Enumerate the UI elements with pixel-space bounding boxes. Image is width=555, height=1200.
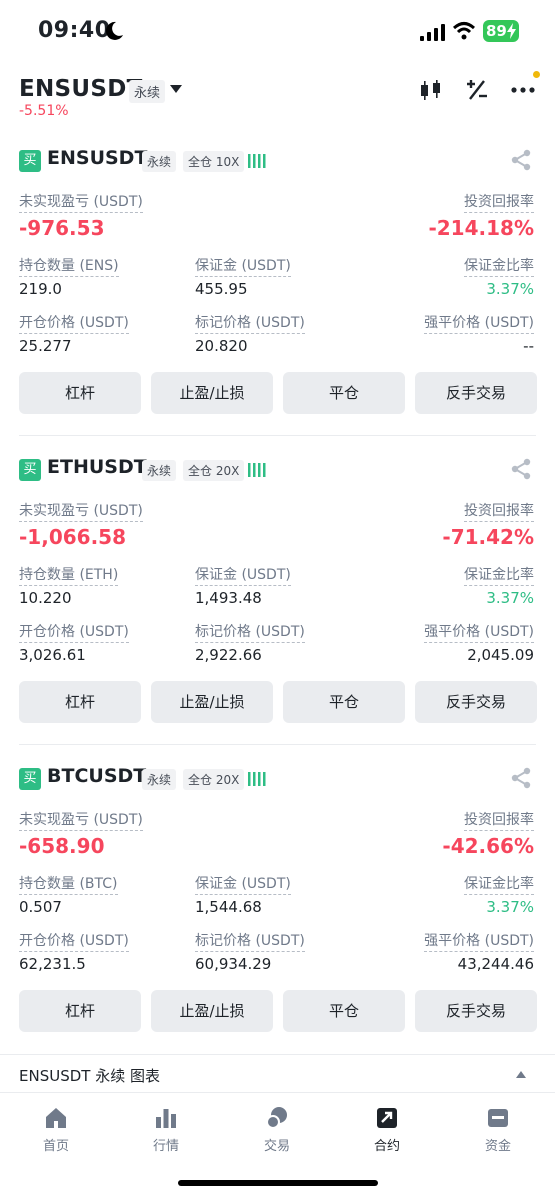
perpetual-tag: 永续 <box>142 769 177 790</box>
margin-mode-tag[interactable]: 全仓 20X <box>183 460 245 481</box>
unrealized-pnl-value: -1,066.58 <box>19 525 126 549</box>
adl-indicator-icon <box>248 154 266 168</box>
margin-ratio-value: 3.37% <box>486 589 534 607</box>
chart-bar-label: ENSUSDT 永续 图表 <box>19 1067 160 1085</box>
close-position-button[interactable]: 平仓 <box>283 990 405 1032</box>
position-size-label[interactable]: 持仓数量 (ETH) <box>19 564 119 586</box>
tab-label: 行情 <box>152 1139 179 1154</box>
roi-label[interactable]: 投资回报率 <box>464 191 534 213</box>
margin-ratio-value: 3.37% <box>486 280 534 298</box>
margin-mode-tag[interactable]: 全仓 20X <box>183 769 245 790</box>
unrealized-pnl-value: -976.53 <box>19 216 105 240</box>
home-indicator <box>178 1180 378 1186</box>
position-size-label[interactable]: 持仓数量 (ENS) <box>19 255 119 277</box>
futures-icon <box>377 1108 397 1128</box>
tab-futures[interactable]: 合约 <box>347 1105 427 1154</box>
roi-label[interactable]: 投资回报率 <box>464 809 534 831</box>
chart-toggle-bar[interactable]: ENSUSDT 永续 图表 <box>0 1054 555 1092</box>
liquidation-price-value: 43,244.46 <box>457 955 534 973</box>
mark-price-label[interactable]: 标记价格 (USDT) <box>195 930 305 952</box>
perpetual-tag: 永续 <box>142 460 177 481</box>
roi-value: -214.18% <box>428 216 534 240</box>
tab-label: 合约 <box>373 1139 400 1154</box>
wallet-icon <box>488 1109 508 1127</box>
share-icon[interactable] <box>510 149 532 171</box>
position-size-label[interactable]: 持仓数量 (BTC) <box>19 873 118 895</box>
tab-label: 首页 <box>42 1139 69 1154</box>
share-icon[interactable] <box>510 767 532 789</box>
position-size-value: 0.507 <box>19 898 62 916</box>
margin-ratio-label[interactable]: 保证金比率 <box>464 873 534 895</box>
position-size-value: 10.220 <box>19 589 72 607</box>
tab-label: 交易 <box>263 1139 290 1154</box>
margin-ratio-value: 3.37% <box>486 898 534 916</box>
position-symbol[interactable]: ENSUSDT <box>47 147 147 169</box>
unrealized-pnl-label[interactable]: 未实现盈亏 (USDT) <box>19 191 143 213</box>
position-card: 买 ETHUSDT 永续 全仓 20X 未实现盈亏 (USDT) 投资回报率 -… <box>0 309 555 745</box>
margin-label[interactable]: 保证金 (USDT) <box>195 255 291 277</box>
margin-value: 1,493.48 <box>195 589 262 607</box>
home-icon <box>46 1108 66 1128</box>
trade-coins-icon <box>266 1107 287 1129</box>
adl-indicator-icon <box>248 772 266 786</box>
margin-ratio-label[interactable]: 保证金比率 <box>464 564 534 586</box>
position-symbol[interactable]: ETHUSDT <box>47 456 147 478</box>
margin-value: 455.95 <box>195 280 248 298</box>
margin-mode-tag[interactable]: 全仓 10X <box>183 151 245 172</box>
margin-label[interactable]: 保证金 (USDT) <box>195 873 291 895</box>
margin-value: 1,544.68 <box>195 898 262 916</box>
margin-label[interactable]: 保证金 (USDT) <box>195 564 291 586</box>
position-card: 买 ENSUSDT 永续 全仓 10X 未实现盈亏 (USDT) 投资回报率 -… <box>0 0 555 436</box>
tab-trade[interactable]: 交易 <box>237 1105 317 1154</box>
unrealized-pnl-label[interactable]: 未实现盈亏 (USDT) <box>19 500 143 522</box>
side-badge: 买 <box>19 459 41 481</box>
roi-value: -42.66% <box>442 834 534 858</box>
side-badge: 买 <box>19 768 41 790</box>
entry-price-value: 62,231.5 <box>19 955 86 973</box>
caret-up-icon[interactable] <box>516 1071 526 1078</box>
tp-sl-button[interactable]: 止盈/止损 <box>151 990 273 1032</box>
unrealized-pnl-value: -658.90 <box>19 834 105 858</box>
unrealized-pnl-label[interactable]: 未实现盈亏 (USDT) <box>19 809 143 831</box>
roi-value: -71.42% <box>442 525 534 549</box>
chart-bars-icon <box>156 1109 176 1128</box>
share-icon[interactable] <box>510 458 532 480</box>
tab-label: 资金 <box>484 1139 511 1154</box>
side-badge: 买 <box>19 150 41 172</box>
position-size-value: 219.0 <box>19 280 62 298</box>
position-card: 买 BTCUSDT 永续 全仓 20X 未实现盈亏 (USDT) 投资回报率 -… <box>0 618 555 1032</box>
adl-indicator-icon <box>248 463 266 477</box>
entry-price-label[interactable]: 开仓价格 (USDT) <box>19 930 129 952</box>
liquidation-price-label[interactable]: 强平价格 (USDT) <box>424 930 534 952</box>
position-symbol[interactable]: BTCUSDT <box>47 765 146 787</box>
tab-markets[interactable]: 行情 <box>126 1105 206 1154</box>
tab-assets[interactable]: 资金 <box>458 1105 538 1154</box>
leverage-button[interactable]: 杠杆 <box>19 990 141 1032</box>
roi-label[interactable]: 投资回报率 <box>464 500 534 522</box>
perpetual-tag: 永续 <box>142 151 177 172</box>
mark-price-value: 60,934.29 <box>195 955 272 973</box>
reverse-trade-button[interactable]: 反手交易 <box>415 990 537 1032</box>
tab-home[interactable]: 首页 <box>16 1105 96 1154</box>
margin-ratio-label[interactable]: 保证金比率 <box>464 255 534 277</box>
